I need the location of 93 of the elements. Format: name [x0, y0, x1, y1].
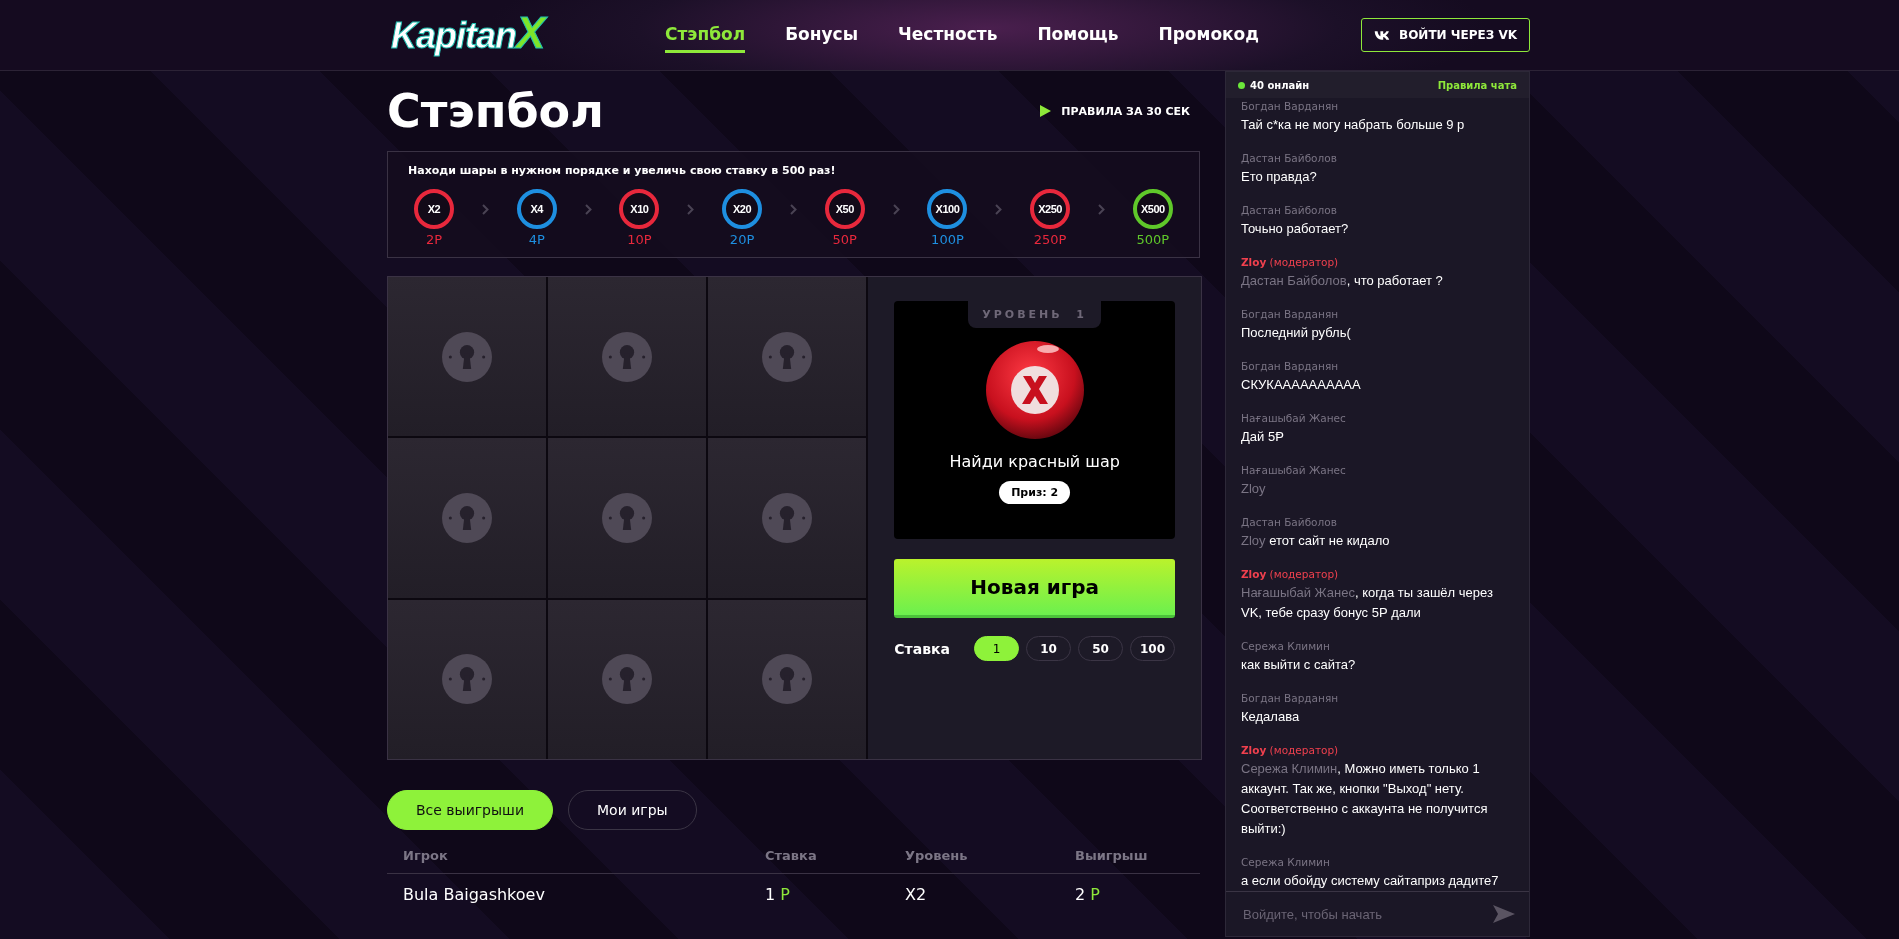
nav-link[interactable]: Помощь — [1037, 17, 1119, 53]
chevron-icon — [584, 204, 592, 215]
chat-author: Сережа Климин — [1241, 639, 1331, 654]
grid-cell[interactable] — [548, 599, 707, 759]
logo[interactable]: KapitanX — [387, 6, 559, 64]
chat-message: как выйти с сайта? — [1241, 656, 1357, 674]
table-cell-text: X2 — [905, 885, 928, 904]
nav-link[interactable]: Честность — [898, 17, 998, 53]
chat-message: Тай с*ка не могу набрать больше 9 р — [1241, 116, 1466, 134]
column-header: Игрок — [403, 848, 449, 863]
chat-message: Ето правда? — [1241, 168, 1318, 186]
chat-author: Дастан Байболов — [1241, 151, 1338, 166]
grid-cell[interactable] — [708, 599, 867, 759]
column-header: Ставка — [765, 848, 818, 863]
moderator-name: Zloy (модератор) — [1241, 255, 1340, 270]
bet-label: Ставка — [894, 640, 950, 657]
grid-cell[interactable] — [548, 438, 707, 598]
step-reward: 4Р — [528, 232, 545, 247]
multiplier-ball: X250 — [1030, 189, 1071, 229]
vk-icon — [1374, 29, 1391, 41]
multiplier-ball: X2 — [414, 189, 454, 229]
level-badge: УРОВЕНЬ 1 — [968, 301, 1101, 328]
multiplier-ball: X100 — [927, 189, 968, 229]
chat-message: Дай 5Ᵽ — [1241, 428, 1285, 446]
grid-cell[interactable] — [708, 277, 867, 437]
nav-link[interactable]: Бонусы — [785, 17, 859, 53]
chat-message: Нағашыбай Жанес, когда ты зашёл через VK, тебе сразу бонус 5Р дали — [1241, 584, 1494, 622]
step-reward: 500Р — [1136, 232, 1170, 247]
task-text: Найди красный шар — [949, 452, 1120, 471]
grid-cell[interactable] — [708, 438, 867, 598]
nav-link[interactable]: Промокод — [1158, 17, 1260, 53]
step-reward: 50Р — [832, 232, 857, 247]
new-game-button[interactable]: Новая игра — [894, 559, 1175, 618]
chat-author: Богдан Варданян — [1241, 307, 1340, 322]
grid-cell[interactable] — [388, 599, 547, 759]
column-header: Выигрыш — [1075, 848, 1149, 863]
multiplier-ball: X10 — [619, 189, 660, 229]
chevron-icon — [995, 204, 1003, 215]
chevron-icon — [892, 204, 900, 215]
chat-message: Кедалава — [1241, 708, 1301, 726]
step-reward: 10Р — [627, 232, 652, 247]
send-icon[interactable] — [1493, 905, 1515, 923]
chat-message: Последний рубль( — [1241, 324, 1352, 342]
vk-login-button[interactable]: ВОЙТИ ЧЕРЕЗ VK — [1361, 18, 1530, 52]
chat-author: Сережа Климин — [1241, 855, 1331, 870]
play-icon — [1040, 105, 1052, 117]
table-cell-text: Bula Baigashkoev — [403, 885, 546, 904]
moderator-name: Zloy (модератор) — [1241, 567, 1340, 582]
history-tab[interactable]: Все выигрыши — [387, 790, 553, 830]
step-reward: 100Р — [931, 232, 964, 247]
rules-link[interactable]: ПРАВИЛА ЗА 30 СЕК — [1040, 104, 1190, 118]
grid-cell[interactable] — [388, 438, 547, 598]
nav-link[interactable]: Стэпбол — [665, 17, 746, 53]
column-header: Уровень — [905, 848, 969, 863]
online-dot-icon — [1238, 81, 1245, 89]
page-title: Стэпбол — [387, 84, 604, 138]
chat-message: Сережа Климин, Можно иметь только 1 аккаунт. Так же, кнопки "Выход" нету. Соответственно с аккаунта не получится выйти:) — [1241, 760, 1489, 838]
step-reward: 250Р — [1033, 232, 1067, 247]
moderator-name: Zloy (модератор) — [1241, 743, 1340, 758]
chat-input-field[interactable]: Войдите, чтобы начать — [1241, 905, 1493, 923]
chat-message: Zloy етот сайт не кидало — [1241, 532, 1391, 550]
ball-icon — [984, 340, 1085, 440]
online-count: 40 онлайн — [1250, 79, 1310, 91]
step-reward: 2Р — [425, 232, 443, 247]
chat-message: а если обойду систему сайтаприз дадите7 — [1241, 872, 1500, 890]
bet-option[interactable]: 1 — [974, 636, 1019, 661]
chevron-icon — [1097, 204, 1105, 215]
chat-author: Дастан Байболов — [1241, 515, 1338, 530]
chat-author: Нағашыбай Жанес — [1241, 411, 1347, 426]
multiplier-ball: X500 — [1132, 189, 1173, 229]
chat-author: Богдан Варданян — [1241, 99, 1340, 114]
table-cell-text: 1 Р — [765, 885, 791, 904]
multiplier-ball: X20 — [722, 189, 763, 229]
table-cell-text: 2 Р — [1075, 885, 1101, 904]
chat-author: Богдан Варданян — [1241, 359, 1340, 374]
multiplier-ball: X4 — [516, 189, 557, 229]
prize-badge: Приз: 2 — [999, 481, 1071, 504]
multiplier-ball: X50 — [824, 189, 865, 229]
grid-cell[interactable] — [388, 277, 547, 437]
chevron-icon — [687, 204, 695, 215]
chat-message: Дастан Байболов, что работает ? — [1241, 272, 1444, 290]
chat-message: Точьно работает? — [1241, 220, 1350, 238]
chat-message: Zloy — [1241, 480, 1267, 498]
step-reward: 20Р — [729, 232, 755, 247]
chat-author: Богдан Варданян — [1241, 691, 1340, 706]
chat-message: СКУКАААААААААА — [1241, 376, 1362, 394]
chevron-icon — [789, 204, 797, 215]
chevron-icon — [481, 204, 489, 215]
grid-cell[interactable] — [548, 277, 707, 437]
chat-rules-link[interactable]: Правила чата — [1437, 79, 1517, 91]
chat-author: Нағашыбай Жанес — [1241, 463, 1347, 478]
chat-author: Дастан Байболов — [1241, 203, 1338, 218]
steps-hint: Находи шары в нужном порядке и увеличь свою ставку в 500 раз! — [408, 164, 837, 177]
